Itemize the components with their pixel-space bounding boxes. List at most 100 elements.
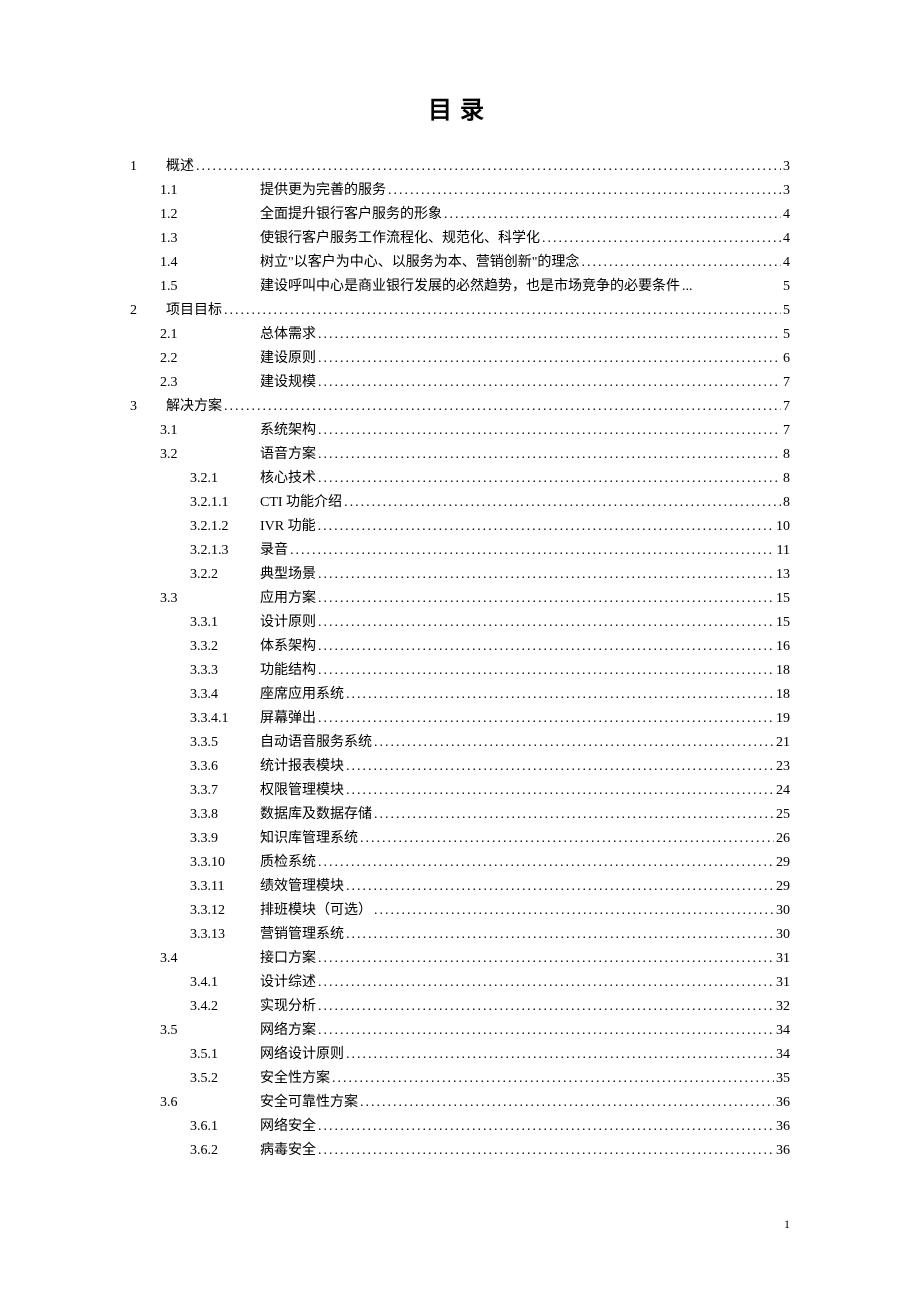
toc-leader-dots [318, 419, 781, 443]
toc-entry-page: 11 [777, 539, 790, 563]
toc-entry-number: 1.3 [160, 227, 260, 251]
toc-entry: 3.3.2体系架构16 [130, 635, 790, 659]
toc-leader-dots [346, 755, 774, 779]
toc-entry: 3.4.1设计综述31 [130, 971, 790, 995]
toc-leader-dots [318, 515, 774, 539]
toc-leader-dots [290, 539, 775, 563]
toc-entry-page: 32 [776, 995, 790, 1019]
toc-leader-dots [318, 1115, 774, 1139]
toc-leader-dots [360, 827, 774, 851]
toc-entry-number: 3.2.1.1 [190, 491, 260, 515]
toc-entry: 3.6.2病毒安全 36 [130, 1139, 790, 1163]
toc-entry-number: 1.4 [160, 251, 260, 275]
toc-entry-number: 3.5.2 [190, 1067, 260, 1091]
toc-entry-text: 网络安全 [260, 1115, 316, 1139]
toc-leader-dots [332, 1067, 774, 1091]
toc-entry-page: 36 [776, 1115, 790, 1139]
toc-entry-text: 解决方案 [166, 395, 222, 419]
toc-entry: 3.2.2典型场景13 [130, 563, 790, 587]
toc-entry-page: 5 [783, 299, 790, 323]
toc-entry-page: 31 [776, 971, 790, 995]
toc-entry: 3.3.4.1屏幕弹出19 [130, 707, 790, 731]
toc-leader-dots [224, 395, 781, 419]
toc-entry-number: 3.3.9 [190, 827, 260, 851]
toc-entry-text: 录音 [260, 539, 288, 563]
toc-entry-number: 3.2.1 [190, 467, 260, 491]
toc-entry: 3.3.3功能结构18 [130, 659, 790, 683]
toc-entry-text: 全面提升银行客户服务的形象 [260, 203, 442, 227]
toc-entry-page: 4 [783, 227, 790, 251]
toc-entry: 3.3应用方案15 [130, 587, 790, 611]
toc-entry-text: 知识库管理系统 [260, 827, 358, 851]
toc-entry-text: 座席应用系统 [260, 683, 344, 707]
toc-entry-number: 3.6.1 [190, 1115, 260, 1139]
toc-entry-number: 3.3.2 [190, 635, 260, 659]
toc-entry-text: 概述 [166, 155, 194, 179]
toc-entry-number: 1.2 [160, 203, 260, 227]
toc-entry-text: 安全可靠性方案 [260, 1091, 358, 1115]
toc-entry-page: 7 [783, 371, 790, 395]
toc-leader-dots [360, 1091, 774, 1115]
toc-entry-page: 30 [776, 923, 790, 947]
toc-entry-number: 3.6.2 [190, 1139, 260, 1163]
toc-entry-text: 应用方案 [260, 587, 316, 611]
toc-entry-page: 31 [776, 947, 790, 971]
toc-entry: 3.3.10质检系统29 [130, 851, 790, 875]
toc-entry-text: 设计综述 [260, 971, 316, 995]
toc-leader-dots [196, 155, 781, 179]
toc-entry: 3.2语音方案8 [130, 443, 790, 467]
toc-entry-number: 3.5 [160, 1019, 260, 1043]
toc-entry-page: 30 [776, 899, 790, 923]
toc-leader-dots [346, 923, 774, 947]
toc-entry-number: 3.3.8 [190, 803, 260, 827]
toc-leader-dots [318, 443, 781, 467]
toc-entry-page: 15 [776, 611, 790, 635]
toc-entry-number: 3.4.2 [190, 995, 260, 1019]
toc-entry: 3.4接口方案31 [130, 947, 790, 971]
toc-entry: 3.1系统架构7 [130, 419, 790, 443]
toc-entry-page: 36 [776, 1139, 790, 1163]
toc-entry-text: 网络设计原则 [260, 1043, 344, 1067]
toc-leader-dots [374, 803, 774, 827]
toc-entry: 3.3.5自动语音服务系统21 [130, 731, 790, 755]
toc-entry-number: 3.3.7 [190, 779, 260, 803]
toc-entry: 3.3.12排班模块（可选） 30 [130, 899, 790, 923]
toc-entry-page: 3 [783, 155, 790, 179]
toc-leader-dots [318, 1139, 774, 1163]
toc-leader-dots [318, 371, 781, 395]
toc-entry-number: 3 [130, 395, 160, 419]
toc-entry: 3.2.1.3录音11 [130, 539, 790, 563]
toc-entry-page: 6 [783, 347, 790, 371]
toc-entry-page: 4 [783, 251, 790, 275]
toc-entry-text: 建设规模 [260, 371, 316, 395]
toc-entry-text: 网络方案 [260, 1019, 316, 1043]
toc-entry-page: 25 [776, 803, 790, 827]
toc-leader-dots [318, 611, 774, 635]
toc-entry-number: 2.2 [160, 347, 260, 371]
toc-title: 目录 [130, 90, 790, 125]
toc-entry-page: 8 [783, 443, 790, 467]
toc-entry-number: 3.3.12 [190, 899, 260, 923]
toc-entry-number: 3.2.2 [190, 563, 260, 587]
toc-leader-dots [346, 1043, 774, 1067]
toc-leader-dots [318, 659, 774, 683]
toc-entry-page: 36 [776, 1091, 790, 1115]
toc-entry-page: 29 [776, 851, 790, 875]
toc-entry-number: 3.3.4 [190, 683, 260, 707]
toc-entry-text: 安全性方案 [260, 1067, 330, 1091]
toc-entry-text: 总体需求 [260, 323, 316, 347]
toc-entry-page: 15 [776, 587, 790, 611]
toc-leader-dots [318, 635, 774, 659]
toc-entry-number: 3.2.1.2 [190, 515, 260, 539]
page-number: 1 [784, 1217, 790, 1232]
toc-entry-number: 3.4 [160, 947, 260, 971]
toc-leader-dots [318, 851, 774, 875]
toc-entry-text: 核心技术 [260, 467, 316, 491]
toc-entry-page: 18 [776, 659, 790, 683]
toc-entry-text: 建设呼叫中心是商业银行发展的必然趋势，也是市场竞争的必要条件 [260, 275, 680, 299]
toc-entry-text: 病毒安全 [260, 1139, 316, 1163]
toc-entry-number: 1.5 [160, 275, 260, 299]
toc-entry: 3.5网络方案34 [130, 1019, 790, 1043]
toc-entry-text: 排班模块（可选） [260, 899, 372, 923]
toc-entry: 1.5建设呼叫中心是商业银行发展的必然趋势，也是市场竞争的必要条件 ...5 [130, 275, 790, 299]
